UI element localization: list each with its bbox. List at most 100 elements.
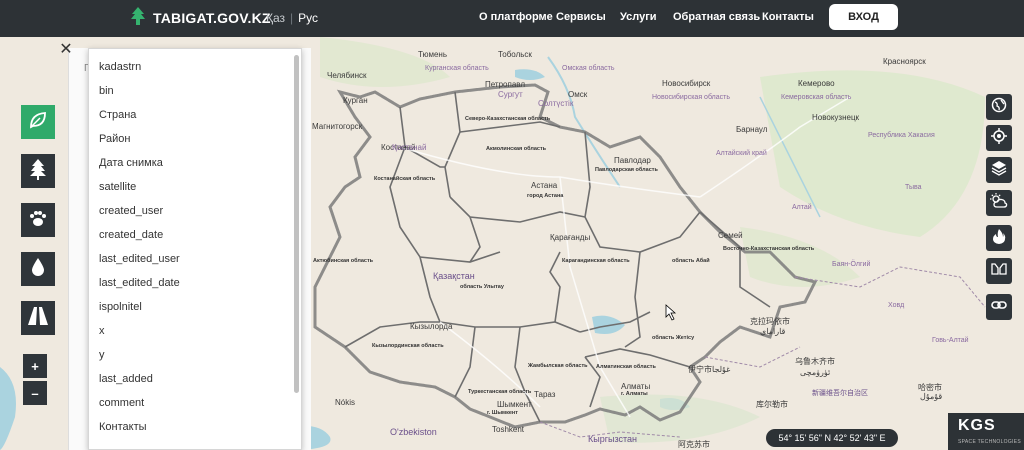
tree-icon — [28, 158, 48, 185]
map-label-city: Кемерово — [798, 79, 835, 88]
nav-offerings[interactable]: Услуги — [620, 11, 657, 23]
road-icon — [27, 306, 49, 331]
map-label-city: Семей — [718, 231, 743, 240]
map-label-region: Восточно-Казахстанская область — [723, 245, 815, 252]
globe-icon — [991, 97, 1007, 118]
map-label-city: Курган — [343, 96, 368, 105]
list-item[interactable]: kadastrn — [89, 55, 301, 79]
basemap-button[interactable] — [986, 94, 1012, 120]
list-item[interactable]: satellite — [89, 175, 301, 199]
language-switch: Қаз | Рус — [266, 11, 318, 25]
compare-button[interactable] — [986, 258, 1012, 284]
map-label-city: Новосибирск — [662, 79, 711, 88]
map-label-region: Кызылординская область — [372, 342, 444, 349]
map-label-city: Тюмень — [418, 50, 447, 59]
map-label-foreign: قۇمۇل — [920, 392, 942, 401]
leaf-button[interactable] — [21, 105, 55, 139]
nav-services[interactable]: Сервисы — [556, 11, 606, 23]
fire-button[interactable] — [986, 225, 1012, 251]
map-label-region: Алматинская область — [596, 363, 656, 370]
close-icon[interactable]: ✕ — [57, 40, 75, 58]
nav-about[interactable]: О платформе — [479, 11, 553, 23]
map-label-region: г. Шымкент — [487, 410, 518, 416]
nav-contacts[interactable]: Контакты — [762, 11, 814, 23]
login-button[interactable]: ВХОД — [829, 4, 898, 30]
map-label-oblast: Ховд — [888, 302, 904, 309]
map-label-oblast: Алтайский край — [716, 149, 767, 157]
map-label-foreign: 哈密市 — [918, 382, 942, 392]
map-label-city: Магнитогорск — [312, 122, 363, 131]
map-label-region: область Жетісу — [652, 334, 695, 341]
layers-button[interactable] — [986, 157, 1012, 183]
list-item[interactable]: x — [89, 319, 301, 343]
map-label-country: O'zbekiston — [390, 427, 437, 437]
map-label-oblast: Говь-Алтай — [932, 336, 969, 344]
map-label-city: Челябинск — [327, 71, 367, 80]
map-label-city: Қарағанды — [550, 233, 590, 242]
list-item[interactable]: ispolnitel — [89, 295, 301, 319]
map-label-oblast: Баян-Ӧлгий — [832, 260, 870, 268]
link-icon — [991, 297, 1007, 318]
lang-kaz[interactable]: Қаз — [266, 11, 285, 25]
list-item[interactable]: last_edited_user — [89, 247, 301, 271]
map-label-foreign: غۇلجا — [712, 365, 730, 374]
list-item[interactable]: Контакты — [89, 415, 301, 439]
map-label-city: Шымкент — [497, 400, 532, 409]
lang-separator: | — [290, 11, 294, 25]
weather-button[interactable] — [986, 190, 1012, 216]
map-label-oblast: Курганская область — [425, 64, 489, 72]
zoom-out-button[interactable]: – — [23, 381, 47, 405]
map-label-oblast: Алтай — [792, 203, 812, 211]
fauna-button[interactable] — [21, 203, 55, 237]
map-label-region: город Астана — [527, 193, 564, 199]
roads-button[interactable] — [21, 301, 55, 335]
list-item[interactable]: Страна — [89, 103, 301, 127]
lang-rus[interactable]: Рус — [298, 11, 318, 25]
map-label-oblast: Омская область — [562, 64, 615, 72]
map-label-city: Омск — [568, 90, 588, 99]
locate-icon — [991, 127, 1007, 149]
dropdown-scrollbar[interactable] — [294, 55, 299, 393]
nav-feedback[interactable]: Обратная связь — [673, 11, 760, 23]
map-label-foreign: 库尔勒市 — [756, 399, 788, 409]
kgs-logo-text: KGS — [958, 417, 996, 434]
map-label-country: Қазақстан — [433, 271, 475, 281]
map-label-city: Новокузнецк — [812, 113, 860, 122]
kgs-logo: KGS SPACE TECHNOLOGIES — [948, 413, 1024, 450]
map-label-region: область Улытау — [460, 283, 505, 290]
map-label-city: Красноярск — [883, 57, 926, 66]
list-item[interactable]: comment — [89, 391, 301, 415]
list-item[interactable]: bin — [89, 79, 301, 103]
map-label-foreign: 克拉玛依市 — [750, 316, 790, 326]
map-label-foreign: قاراماي — [760, 327, 786, 336]
logo-text: TABIGAT.GOV.KZ — [153, 10, 271, 26]
locate-button[interactable] — [986, 125, 1012, 151]
map-label-foreign: ئۈرۈمچى — [800, 368, 830, 377]
map-label-foreign: 新疆维吾尔自治区 — [812, 388, 868, 397]
map-label-oblast: Кемеровская область — [781, 93, 852, 101]
map-label-foreign: 乌鲁木齐市 — [795, 356, 835, 366]
zoom-in-button[interactable]: + — [23, 354, 47, 378]
map-label-region: Туркестанская область — [468, 388, 532, 395]
field-dropdown-list[interactable]: kadastrn bin Страна Район Дата снимка sa… — [88, 48, 302, 450]
map-label-region: Северо-Казахстанская область — [465, 115, 551, 122]
water-button[interactable] — [21, 252, 55, 286]
site-logo[interactable]: TABIGAT.GOV.KZ — [128, 6, 271, 28]
forest-button[interactable] — [21, 154, 55, 188]
map-label-region: Костанайская область — [374, 175, 436, 182]
map-label-city: Қостанай — [392, 143, 426, 152]
share-link-button[interactable] — [986, 294, 1012, 320]
list-item[interactable]: last_added — [89, 367, 301, 391]
map-label-region: Карагандинская область — [562, 257, 630, 264]
map-label-country: Кыргызстан — [588, 434, 637, 444]
map-label-city: Павлодар — [614, 156, 651, 165]
list-item[interactable]: created_date — [89, 223, 301, 247]
top-header: TABIGAT.GOV.KZ Қаз | Рус О платформе Серви… — [0, 0, 1024, 37]
weather-icon — [990, 192, 1008, 214]
list-item[interactable]: last_edited_date — [89, 271, 301, 295]
water-drop-icon — [30, 257, 46, 282]
list-item[interactable]: Район — [89, 127, 301, 151]
list-item[interactable]: y — [89, 343, 301, 367]
list-item[interactable]: created_user — [89, 199, 301, 223]
list-item[interactable]: Дата снимка — [89, 151, 301, 175]
